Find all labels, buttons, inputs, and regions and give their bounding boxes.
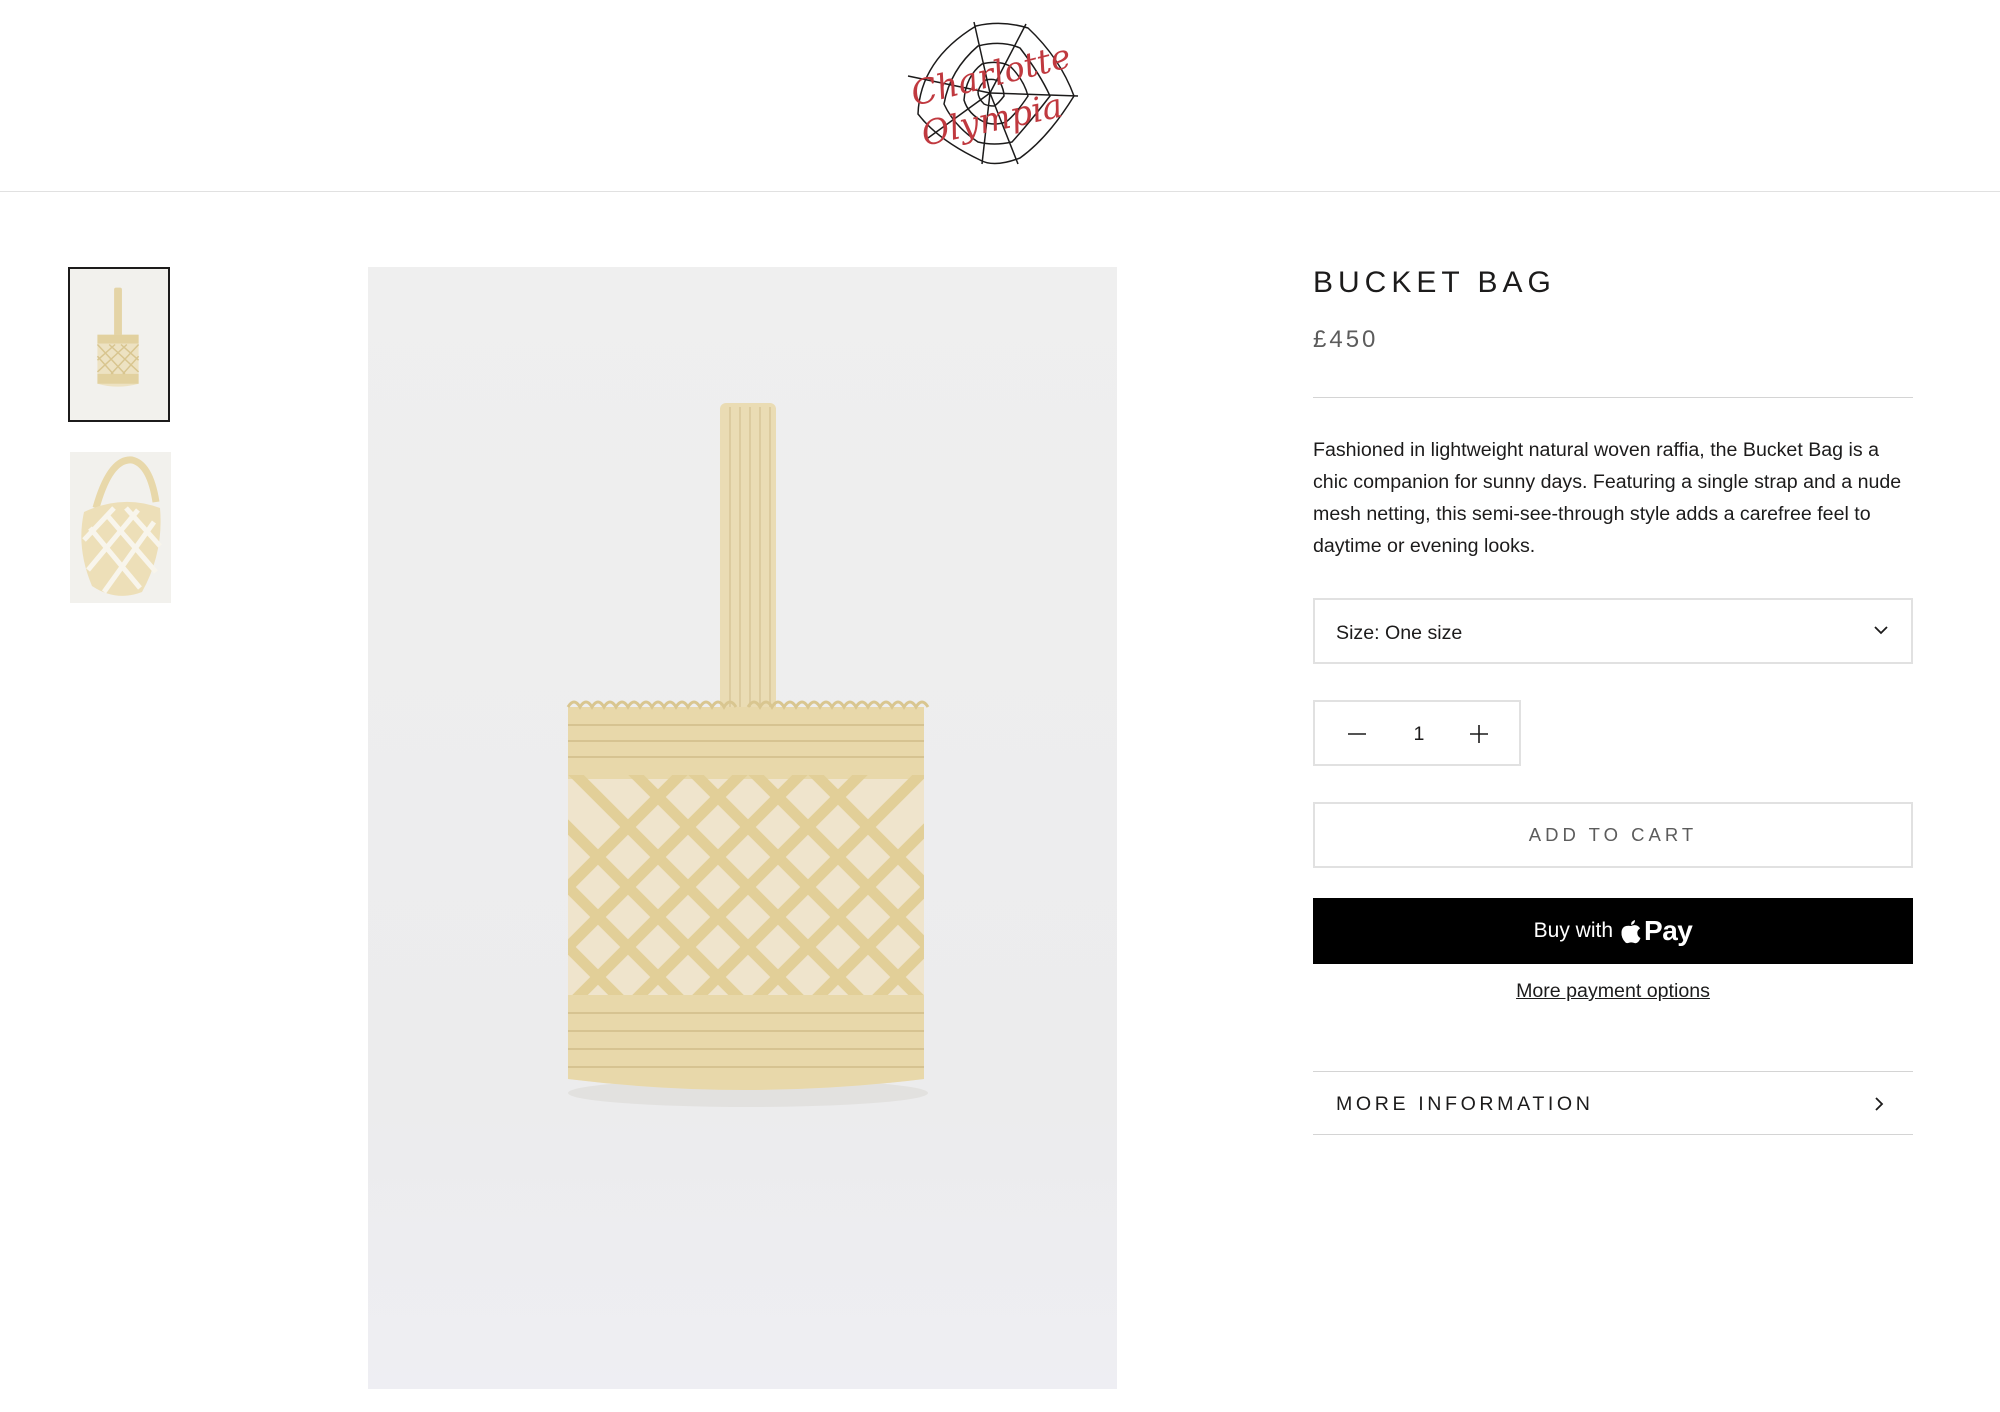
- buy-with-label: Buy with: [1533, 919, 1614, 942]
- more-payment-options-link[interactable]: More payment options: [1516, 980, 1710, 1002]
- apple-pay-button[interactable]: Buy with Pay: [1313, 898, 1913, 964]
- thumbnail-bucket-bag-front[interactable]: [68, 267, 170, 422]
- more-payment-options: More payment options: [1313, 980, 1913, 1003]
- size-select[interactable]: Size: One size: [1313, 598, 1913, 664]
- chevron-down-icon: [1874, 626, 1888, 635]
- product-price: £450: [1313, 326, 1379, 353]
- apple-pay-content: Buy with Pay: [1313, 898, 1913, 964]
- size-select-label: Size: One size: [1336, 622, 1463, 644]
- bucket-bag-angle-thumbnail-image: [70, 452, 171, 603]
- bucket-bag-thumbnail-image: [70, 270, 168, 419]
- plus-icon[interactable]: [1467, 722, 1491, 746]
- pay-word: Pay: [1644, 915, 1693, 946]
- quantity-selector: [1313, 700, 1521, 766]
- minus-icon[interactable]: [1345, 722, 1369, 746]
- chevron-right-icon: [1875, 1097, 1884, 1111]
- more-information-label: MORE INFORMATION: [1336, 1093, 1594, 1115]
- product-title: BUCKET BAG: [1313, 266, 1556, 299]
- quantity-input[interactable]: [1389, 722, 1449, 746]
- site-header: Charlotte Olympia: [0, 0, 2000, 192]
- product-description: Fashioned in lightweight natural woven r…: [1313, 439, 1902, 557]
- more-information-toggle[interactable]: MORE INFORMATION: [1313, 1071, 1913, 1135]
- main-product-image[interactable]: [368, 267, 1117, 1389]
- bucket-bag-main-image: [368, 267, 1117, 1389]
- apple-logo-icon: [1621, 920, 1641, 944]
- add-to-cart-button[interactable]: ADD TO CART: [1313, 802, 1913, 868]
- divider: [1313, 397, 1913, 398]
- brand-logo[interactable]: Charlotte Olympia: [898, 18, 1082, 168]
- thumbnail-bucket-bag-angle[interactable]: [70, 452, 171, 603]
